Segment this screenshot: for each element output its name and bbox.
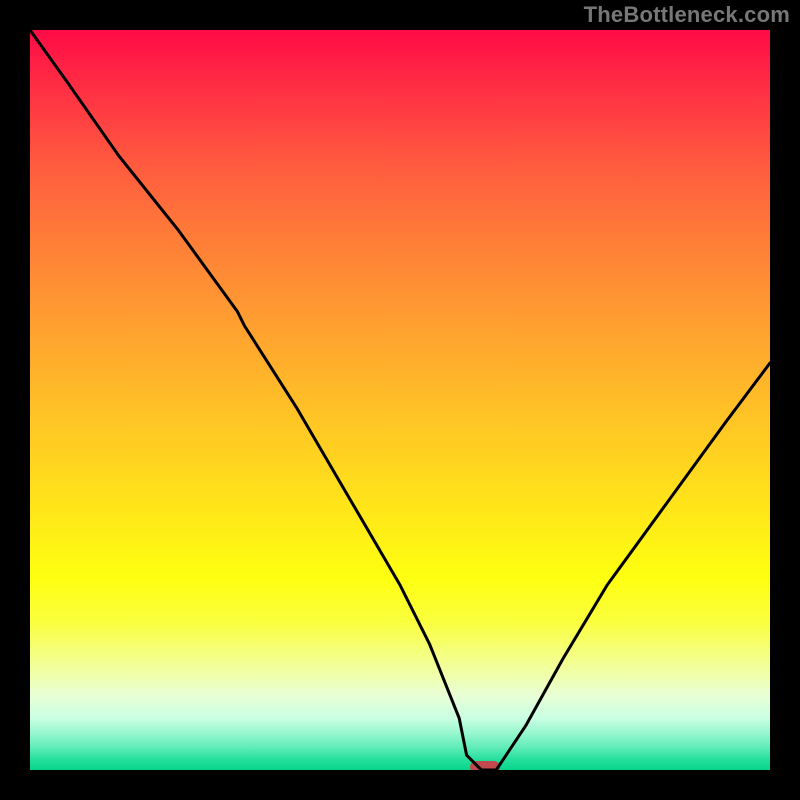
bottleneck-curve	[30, 30, 770, 770]
chart-area	[30, 30, 770, 770]
watermark-text: TheBottleneck.com	[584, 2, 790, 28]
